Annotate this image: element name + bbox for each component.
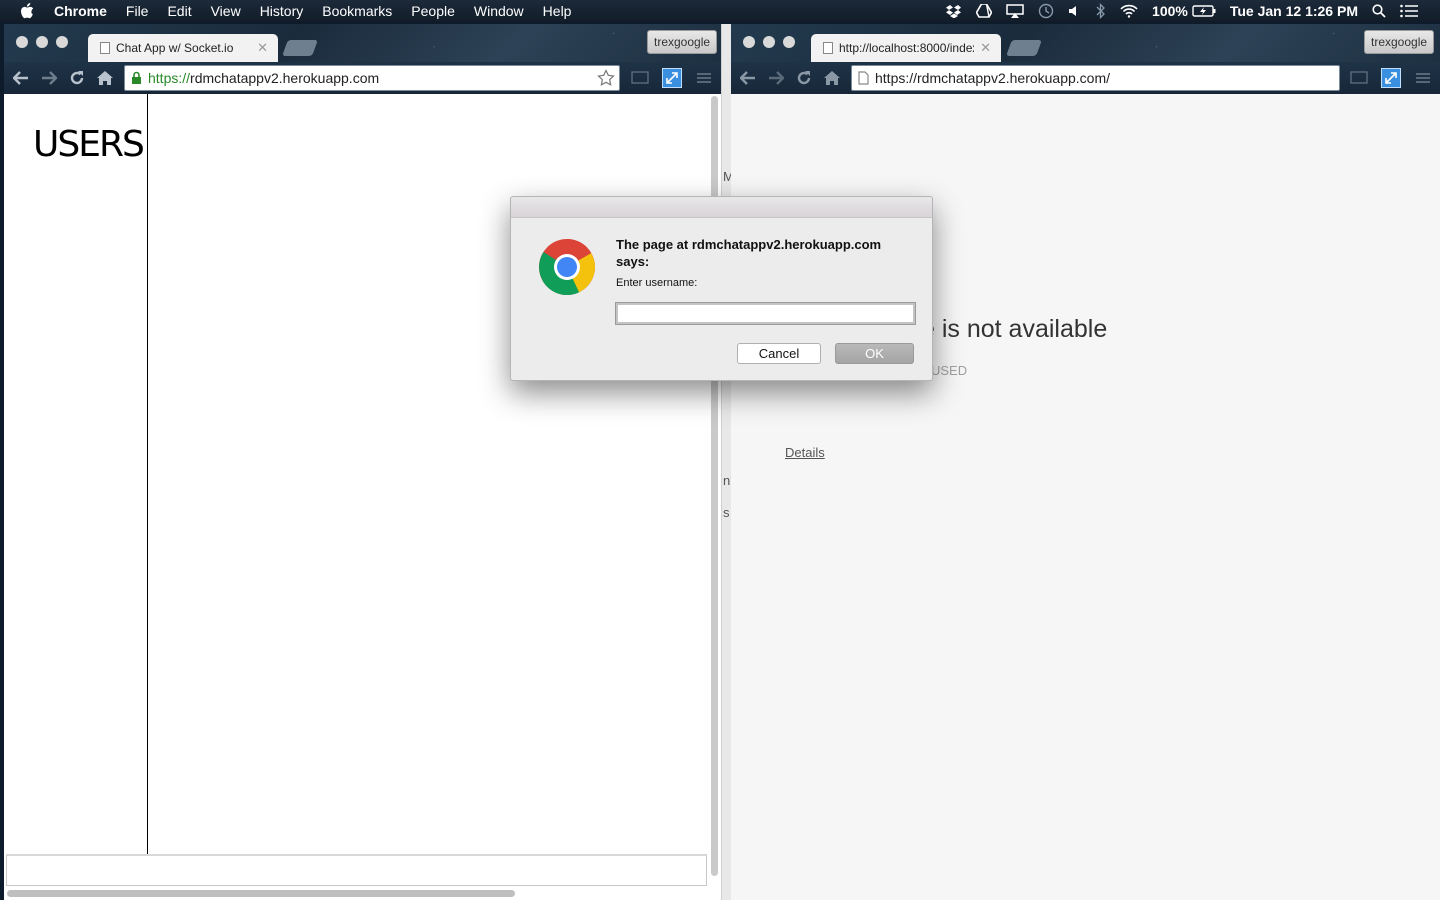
url-host: rdmchatappv2.herokuapp.com (190, 70, 380, 86)
chrome-menu-icon[interactable] (694, 68, 714, 88)
users-panel: USERS (4, 94, 148, 854)
background-window-edge: M n' s (721, 24, 734, 900)
battery-icon[interactable] (1192, 5, 1216, 17)
forward-icon[interactable] (35, 64, 63, 92)
new-tab-button[interactable] (282, 40, 318, 56)
dialog-titlebar[interactable] (511, 197, 932, 218)
url-scheme: https:// (148, 70, 191, 86)
browser-toolbar: https://rdmchatappv2.herokuapp.com/ (731, 62, 1440, 94)
back-icon[interactable] (734, 64, 762, 92)
horizontal-scrollbar[interactable] (7, 890, 515, 897)
dialog-message: The page at rdmchatappv2.herokuapp.com s… (616, 237, 882, 269)
tab-title: http://localhost:8000/index (839, 41, 975, 55)
tab-close-icon[interactable]: ✕ (257, 40, 268, 56)
menu-view[interactable]: View (211, 0, 241, 22)
message-input[interactable] (6, 854, 707, 886)
wifi-icon[interactable] (1120, 4, 1138, 18)
forward-icon[interactable] (762, 64, 790, 92)
sliver-text-3: s (723, 505, 730, 520)
browser-toolbar: https://rdmchatappv2.herokuapp.com (4, 62, 721, 94)
google-drive-icon[interactable] (976, 4, 993, 18)
cancel-button[interactable]: Cancel (737, 343, 821, 364)
close-window-button[interactable] (743, 36, 755, 48)
battery-percent: 100% (1152, 3, 1188, 19)
airplay-icon[interactable] (1006, 4, 1024, 18)
menu-people[interactable]: People (411, 0, 455, 22)
volume-icon[interactable] (1068, 4, 1082, 18)
users-heading: USERS (33, 124, 145, 165)
bookmark-star-icon[interactable] (597, 69, 615, 90)
page-icon (100, 42, 110, 54)
window-controls (16, 36, 68, 48)
browser-window-left: Chat App w/ Socket.io ✕ trexgoogle https… (4, 24, 721, 900)
time-machine-icon[interactable] (1038, 3, 1054, 19)
details-link[interactable]: Details (785, 445, 825, 460)
menu-bar: Chrome File Edit View History Bookmarks … (0, 0, 1440, 22)
new-tab-button[interactable] (1006, 40, 1042, 56)
menu-file[interactable]: File (126, 0, 149, 22)
zoom-window-button[interactable] (783, 36, 795, 48)
minimize-window-button[interactable] (36, 36, 48, 48)
ok-button[interactable]: OK (835, 343, 914, 364)
tab-close-icon[interactable]: ✕ (980, 40, 991, 56)
page-icon (858, 71, 869, 85)
page-icon (823, 42, 833, 54)
url-text: https://rdmchatappv2.herokuapp.com/ (875, 70, 1111, 86)
menu-help[interactable]: Help (543, 0, 572, 22)
reload-icon[interactable] (790, 64, 818, 92)
tab-localhost[interactable]: http://localhost:8000/index ✕ (811, 34, 1001, 62)
reload-icon[interactable] (63, 64, 91, 92)
menu-bookmarks[interactable]: Bookmarks (322, 0, 392, 22)
dialog-prompt-label: Enter username: (616, 277, 698, 289)
extension-icon[interactable] (1381, 68, 1401, 88)
tab-title: Chat App w/ Socket.io (116, 41, 234, 55)
extension-icon[interactable] (662, 68, 682, 88)
profile-button[interactable]: trexgoogle (1364, 30, 1435, 54)
address-bar[interactable]: https://rdmchatappv2.herokuapp.com (124, 65, 620, 91)
address-bar[interactable]: https://rdmchatappv2.herokuapp.com/ (851, 65, 1340, 91)
menu-chrome[interactable]: Chrome (54, 0, 107, 22)
prompt-dialog: The page at rdmchatappv2.herokuapp.com s… (510, 196, 933, 381)
cast-icon[interactable] (1349, 68, 1369, 88)
menu-window[interactable]: Window (474, 0, 524, 22)
profile-button[interactable]: trexgoogle (647, 30, 718, 54)
home-icon[interactable] (91, 64, 119, 92)
close-window-button[interactable] (16, 36, 28, 48)
home-icon[interactable] (818, 64, 846, 92)
back-icon[interactable] (7, 64, 35, 92)
chrome-logo-icon (539, 239, 595, 295)
apple-menu-icon[interactable] (20, 3, 40, 19)
bluetooth-icon[interactable] (1096, 3, 1106, 19)
clock[interactable]: Tue Jan 12 1:26 PM (1230, 3, 1358, 19)
spotlight-icon[interactable] (1372, 4, 1386, 18)
error-title: e is not available (921, 315, 1108, 343)
window-controls (743, 36, 795, 48)
notification-center-icon[interactable] (1400, 4, 1418, 18)
error-code: USED (931, 363, 968, 378)
menu-edit[interactable]: Edit (167, 0, 191, 22)
menu-history[interactable]: History (260, 0, 304, 22)
minimize-window-button[interactable] (763, 36, 775, 48)
username-input[interactable] (615, 302, 916, 325)
browser-window-right: http://localhost:8000/index ✕ trexgoogle… (731, 24, 1440, 900)
zoom-window-button[interactable] (56, 36, 68, 48)
chrome-menu-icon[interactable] (1413, 68, 1433, 88)
cast-icon[interactable] (630, 68, 650, 88)
status-area: 100% Tue Jan 12 1:26 PM (946, 0, 1440, 22)
dropbox-icon[interactable] (946, 4, 962, 18)
tab-chat-app[interactable]: Chat App w/ Socket.io ✕ (88, 34, 278, 62)
lock-icon[interactable] (131, 71, 142, 85)
